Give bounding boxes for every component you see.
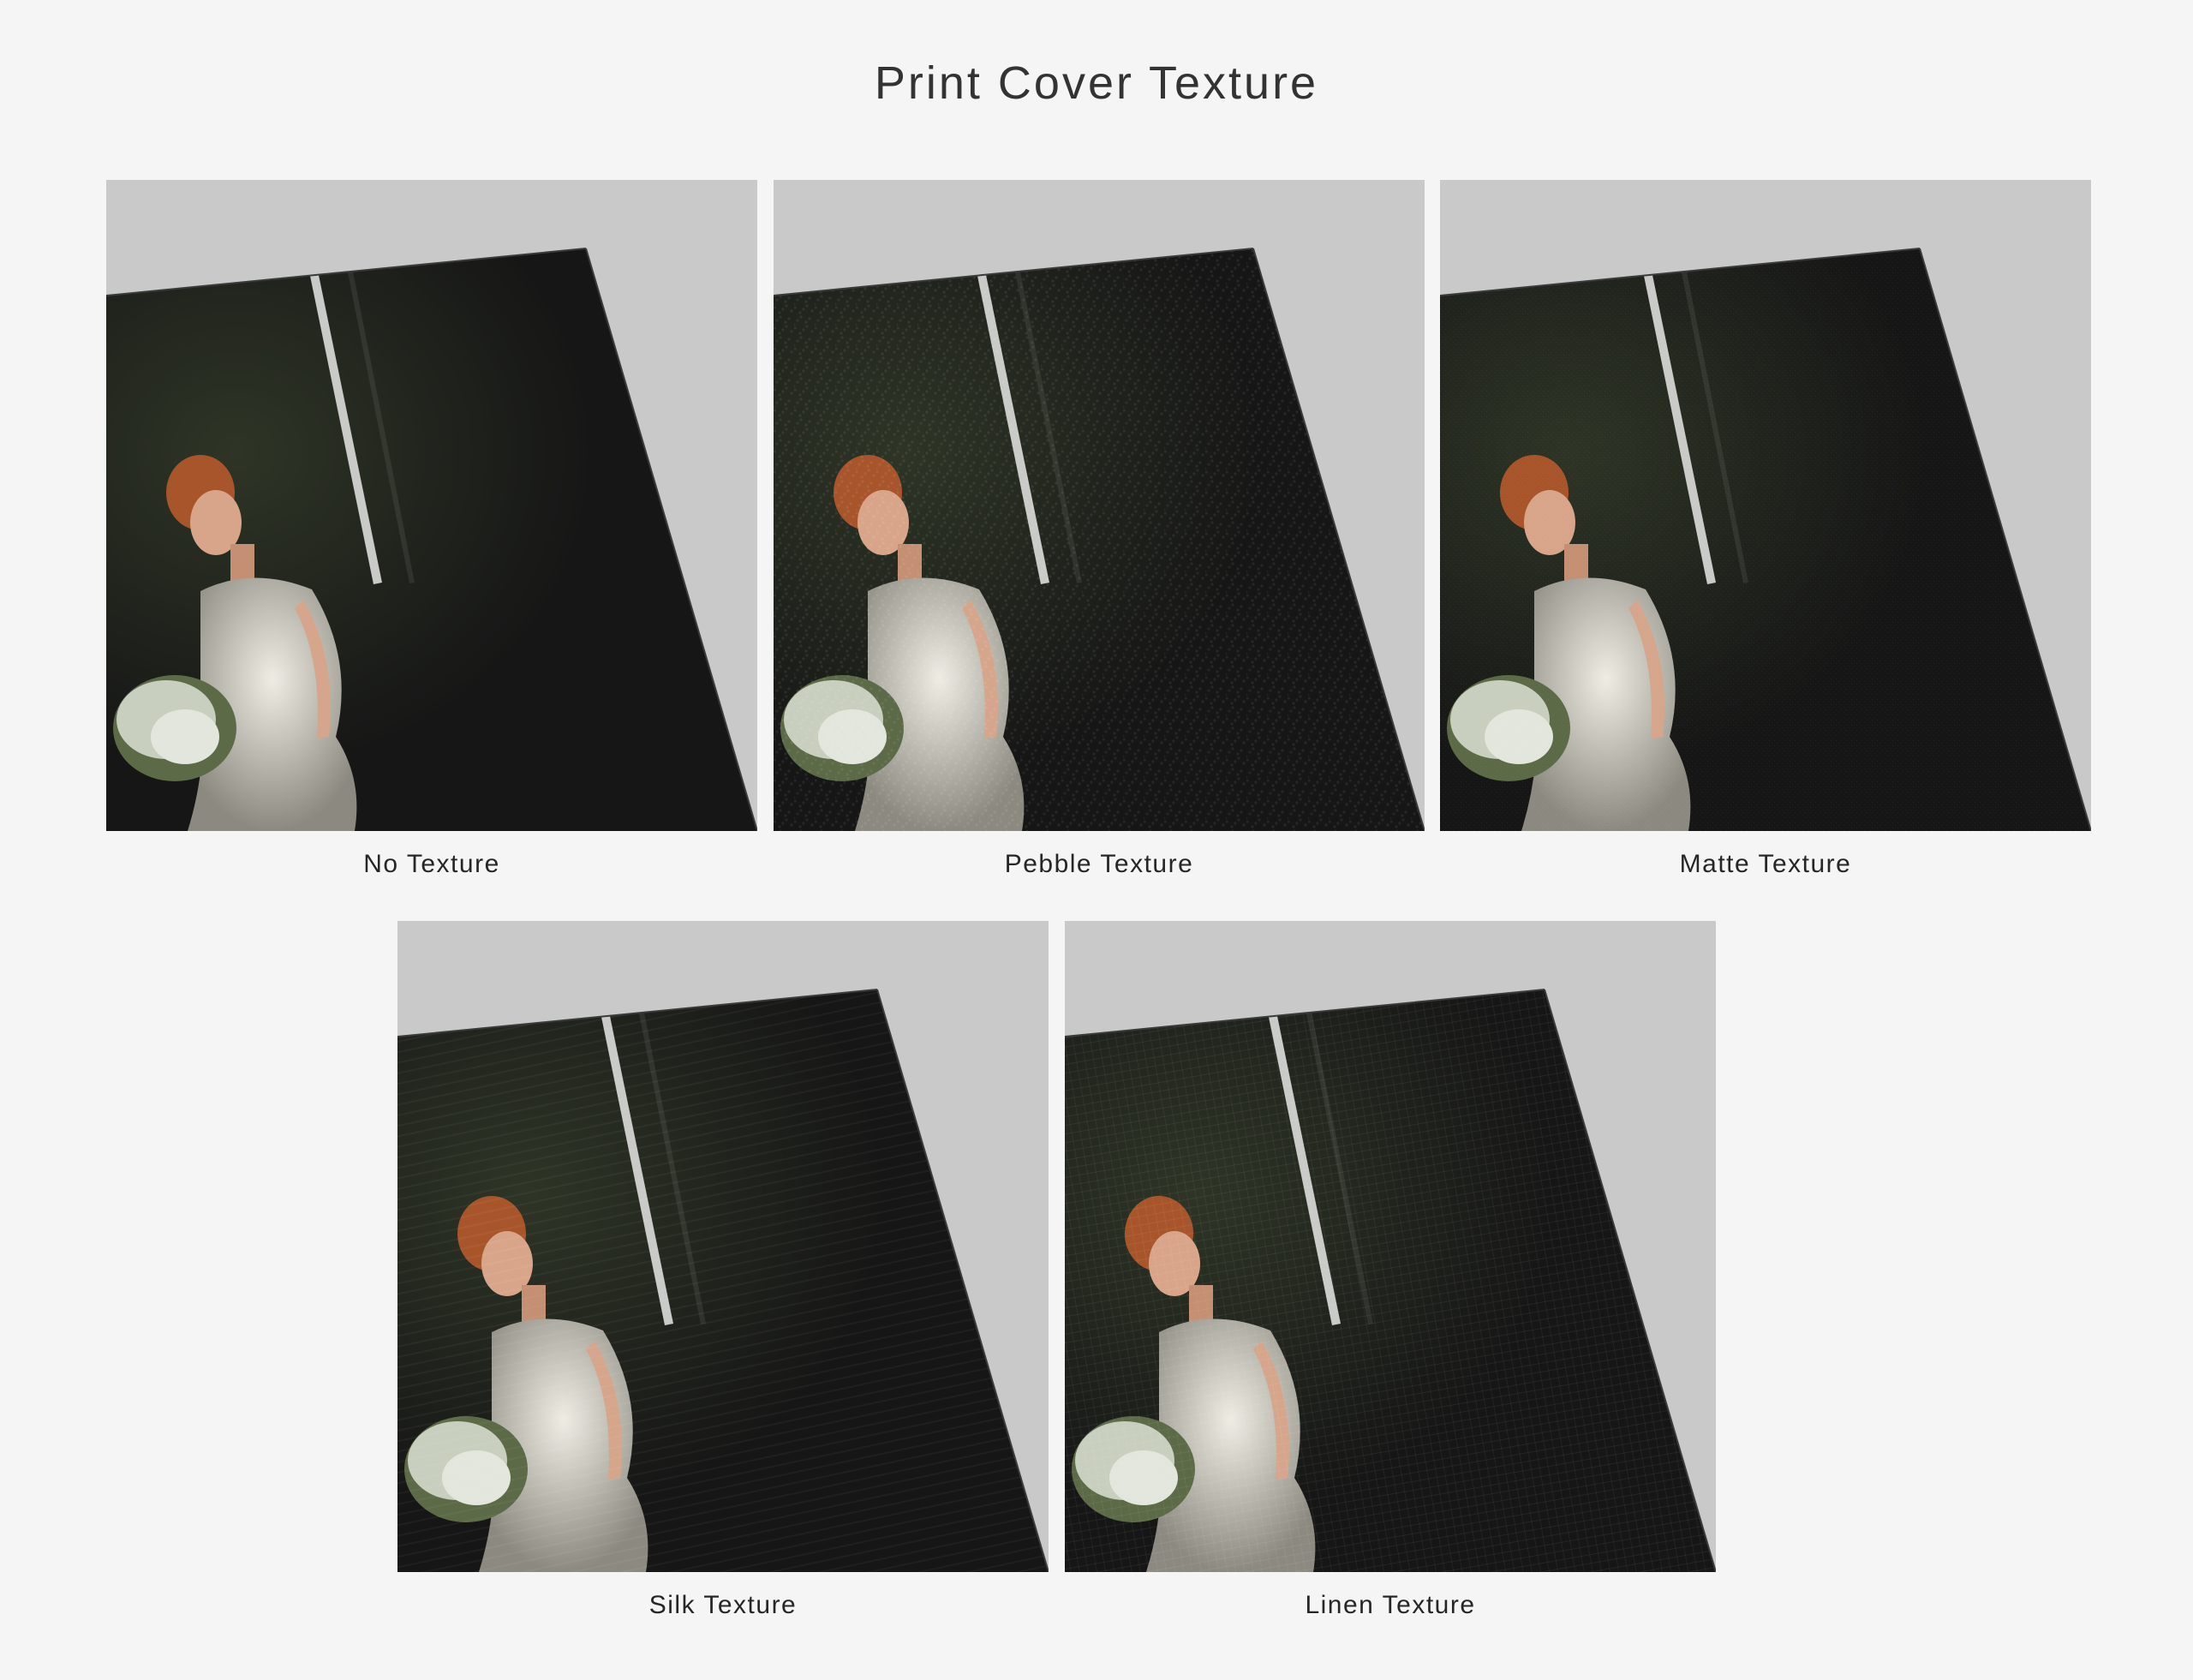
- texture-caption: No Texture: [363, 850, 500, 878]
- book-cover-illustration: [1065, 921, 1716, 1572]
- texture-caption: Silk Texture: [648, 1591, 798, 1619]
- book-cover-illustration: [106, 180, 757, 831]
- texture-card-matte-texture[interactable]: Matte Texture: [1440, 180, 2091, 879]
- book-cover-illustration: [774, 180, 1425, 831]
- book-cover-illustration: [397, 921, 1049, 1572]
- texture-card-linen-texture[interactable]: Linen Texture: [1065, 921, 1716, 1620]
- texture-photo-pebble-texture: [774, 180, 1425, 831]
- book-cover-illustration: [1440, 180, 2091, 831]
- texture-photo-matte-texture: [1440, 180, 2091, 831]
- texture-caption: Matte Texture: [1679, 850, 1852, 878]
- texture-caption: Linen Texture: [1305, 1591, 1476, 1619]
- texture-card-no-texture[interactable]: No Texture: [106, 180, 757, 879]
- texture-card-pebble-texture[interactable]: Pebble Texture: [774, 180, 1425, 879]
- texture-photo-linen-texture: [1065, 921, 1716, 1572]
- texture-card-silk-texture[interactable]: Silk Texture: [397, 921, 1049, 1620]
- texture-photo-no-texture: [106, 180, 757, 831]
- texture-caption: Pebble Texture: [1004, 850, 1194, 878]
- page-title: Print Cover Texture: [874, 57, 1319, 109]
- texture-photo-silk-texture: [397, 921, 1049, 1572]
